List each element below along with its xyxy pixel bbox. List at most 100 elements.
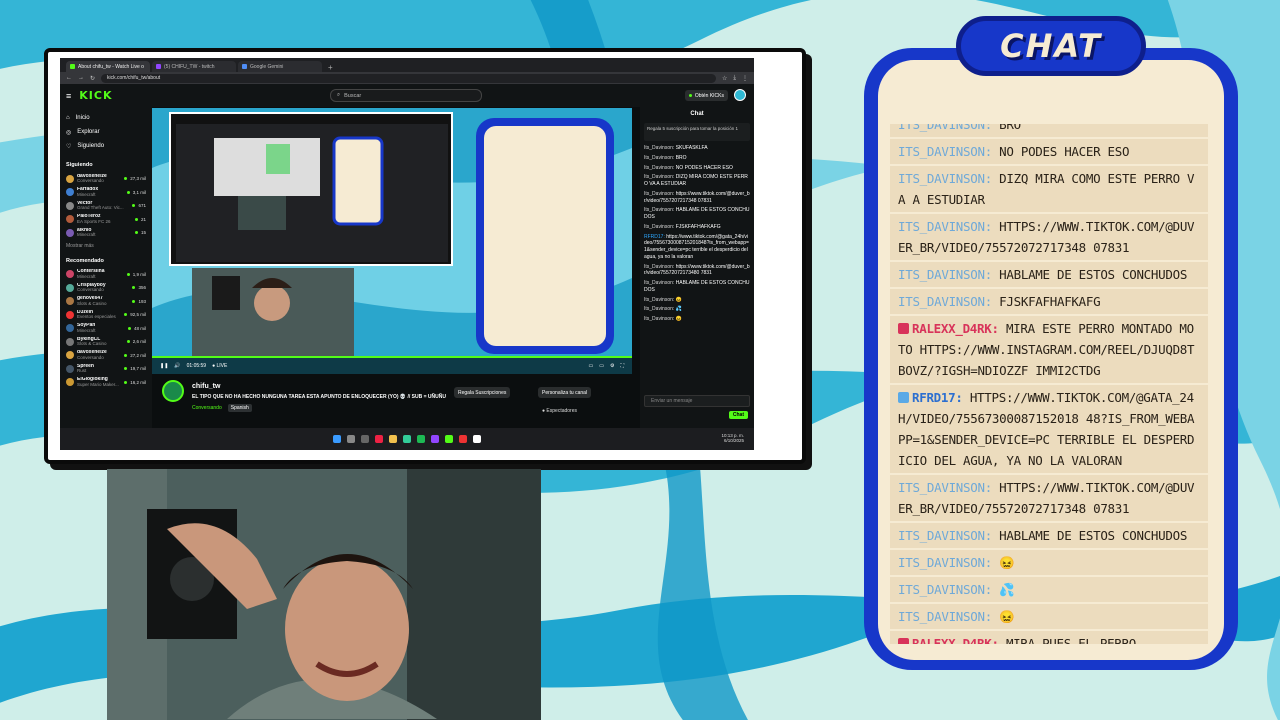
app-icon[interactable] xyxy=(431,435,439,443)
live-dot-icon xyxy=(124,177,128,181)
channel-category: Slots & Casino xyxy=(77,300,107,306)
fullscreen-icon[interactable]: ⛶ xyxy=(620,363,624,369)
channel-list-item[interactable]: genoves47 Slots & Casino 193 xyxy=(66,295,146,309)
channel-category: Rust xyxy=(77,368,87,374)
chat-username[interactable]: Its_Davinson: xyxy=(644,207,674,213)
chat-username[interactable]: RFRD17: xyxy=(644,234,665,240)
channel-avatar[interactable] xyxy=(162,380,184,402)
channel-list-item[interactable]: Spreen Rust 19,7 mil xyxy=(66,362,146,376)
overlay-chat-message: ITS_DAVINSON: HTTPS://WWW.TIKTOK.COM/@DU… xyxy=(890,475,1208,521)
kick-logo[interactable]: KICK xyxy=(79,89,112,102)
channel-list-item[interactable]: Vector Grand Theft Auto: Vic... 671 xyxy=(66,199,146,213)
channel-list-item[interactable]: ElGlogloking Super Mario Maker... 16,2 mil xyxy=(66,376,146,390)
category-link[interactable]: Conversando xyxy=(192,405,222,411)
overlay-chat-text: MIRA PUES EL PERRO xyxy=(1005,636,1137,644)
avatar[interactable] xyxy=(734,89,746,101)
stream-title: EL TIPO QUE NO HA HECHO NUNGUNA TAREA ES… xyxy=(192,394,446,400)
download-icon[interactable]: ⤓ xyxy=(733,75,736,82)
overlay-chat-message: ITS_DAVINSON: HTTPS://WWW.TIKTOK.COM/@DU… xyxy=(890,214,1208,260)
chat-username[interactable]: Its_Davinson: xyxy=(644,264,674,270)
new-tab-icon[interactable]: + xyxy=(324,63,337,72)
avatar xyxy=(66,337,74,346)
overlay-chat-text: NO PODES HACER ESO xyxy=(999,144,1130,159)
chat-input[interactable]: Enviar un mensaje xyxy=(644,395,750,407)
search-icon[interactable] xyxy=(347,435,355,443)
kick-icon[interactable] xyxy=(445,435,453,443)
channel-list-item[interactable]: Farfadox Minecraft 3,1 mil xyxy=(66,186,146,200)
overlay-chat-username: ITS_DAVINSON: xyxy=(898,609,992,624)
nav-inicio[interactable]: ⌂ Inicio xyxy=(66,111,146,125)
chat-username[interactable]: Its_Davinson: xyxy=(644,297,674,303)
show-more-link[interactable]: Mostrar más xyxy=(66,243,146,249)
channel-category: EA Sports FC 26 xyxy=(77,218,111,224)
chat-username[interactable]: Its_Davinson: xyxy=(644,145,674,151)
avatar xyxy=(66,188,74,197)
url-field[interactable]: kick.com/chifu_tw/about xyxy=(101,73,716,83)
kick-search-input[interactable]: ⌕ Buscar xyxy=(330,89,482,102)
chat-text: BRO xyxy=(675,154,687,161)
channel-list-item[interactable]: Contersiina Minecraft 1,9 mil xyxy=(66,268,146,282)
pinned-gift-banner[interactable]: Regala 5 suscripción para tomar la posic… xyxy=(644,123,750,141)
channel-list-item[interactable]: PaioTeroz EA Sports FC 26 21 xyxy=(66,213,146,227)
overlay-chat-text: HABLAME DE ESTOS CONCHUDOS xyxy=(999,267,1188,282)
customize-channel-button[interactable]: Personaliza tu canal xyxy=(538,387,592,398)
volume-icon[interactable]: 🔊 xyxy=(174,363,180,369)
chrome-icon[interactable] xyxy=(403,435,411,443)
chat-text: 💦 xyxy=(675,306,682,313)
pause-icon[interactable]: ❚❚ xyxy=(160,363,168,369)
chat-username[interactable]: Its_Davinson: xyxy=(644,224,674,230)
explorer-icon[interactable] xyxy=(389,435,397,443)
gift-subs-button[interactable]: Regala Suscripciones xyxy=(454,387,511,398)
back-icon[interactable]: ← xyxy=(66,75,72,81)
channel-list-item[interactable]: SoyPan Minecraft 48 mil xyxy=(66,322,146,336)
settings-icon[interactable]: ⚙ xyxy=(610,363,614,369)
channel-list-item[interactable]: BykingCL Slots & Casino 2,6 mil xyxy=(66,335,146,349)
reload-icon[interactable]: ↻ xyxy=(90,75,95,82)
channel-list-item[interactable]: Crisplayboy Conversando 356 xyxy=(66,281,146,295)
chat-username[interactable]: Its_Davinson: xyxy=(644,191,674,197)
bookmark-star-icon[interactable]: ☆ xyxy=(722,75,727,82)
heart-icon: ♡ xyxy=(66,143,72,150)
chat-message: Its_Davinson: https://www.tiktok.com/@du… xyxy=(644,191,750,205)
menu-dots-icon[interactable]: ⋮ xyxy=(742,75,748,82)
language-tag[interactable]: Spanish xyxy=(227,404,252,412)
channel-name[interactable]: chifu_tw xyxy=(192,383,220,390)
task-view-icon[interactable] xyxy=(361,435,369,443)
app-icon[interactable] xyxy=(459,435,467,443)
theater-icon[interactable]: ▭ xyxy=(599,363,604,369)
channel-list-item[interactable]: davoxeneize Conversando 27,3 mil xyxy=(66,172,146,186)
chat-send-button[interactable]: Chat xyxy=(728,411,748,419)
channel-category: Minecraft xyxy=(77,273,96,279)
forward-icon[interactable]: → xyxy=(78,75,84,81)
chat-username[interactable]: Its_Davinson: xyxy=(644,306,674,312)
chat-username[interactable]: Its_Davinson: xyxy=(644,155,674,161)
app-icon[interactable] xyxy=(473,435,481,443)
browser-icon[interactable] xyxy=(375,435,383,443)
nav-explorar[interactable]: ◎ Explorar xyxy=(66,125,146,139)
channel-list-item[interactable]: D3zein Eventos especiales 92,5 mil xyxy=(66,308,146,322)
clip-icon[interactable]: ▭ xyxy=(589,363,594,369)
hamburger-icon[interactable]: ≡ xyxy=(66,91,71,101)
live-dot-icon xyxy=(126,190,130,194)
chat-username[interactable]: Its_Davinson: xyxy=(644,165,674,171)
overlay-chat-text: FJSKFAFHAFKAFG xyxy=(999,294,1101,309)
channel-list-item[interactable]: aiknio Minecraft 15 xyxy=(66,226,146,240)
chat-username[interactable]: Its_Davinson: xyxy=(644,174,674,180)
overlay-chat-title: CHAT xyxy=(956,16,1146,76)
spotify-icon[interactable] xyxy=(417,435,425,443)
browser-tab[interactable]: About chifu_tw - Watch Live o xyxy=(66,61,150,72)
viewer-count: 19,7 mil xyxy=(130,366,146,372)
clock-date: 6/10/2025 xyxy=(723,438,744,444)
kick-page: ≡ KICK ⌕ Buscar Obtén KICKs ⌂ Inicio ◎ Exp… xyxy=(60,84,754,428)
nav-siguiendo[interactable]: ♡ Siguiendo xyxy=(66,139,146,153)
browser-tab[interactable]: (5) CHIFU_TW - twitch xyxy=(152,61,236,72)
browser-tab[interactable]: Google Gemini xyxy=(238,61,322,72)
video-player[interactable]: ❚❚ 🔊 01:05:59 ● LIVE ▭ ▭ ⚙ ⛶ xyxy=(152,108,632,374)
live-dot-icon xyxy=(126,340,130,344)
channel-list-item[interactable]: davoxeneize Conversando 27,2 mil xyxy=(66,349,146,363)
windows-start-icon[interactable] xyxy=(333,435,341,443)
channel-category: Eventos especiales xyxy=(77,314,116,320)
get-kicks-button[interactable]: Obtén KICKs xyxy=(684,90,728,101)
chat-username[interactable]: Its_Davinson: xyxy=(644,316,674,322)
chat-username[interactable]: Its_Davinson: xyxy=(644,280,674,286)
